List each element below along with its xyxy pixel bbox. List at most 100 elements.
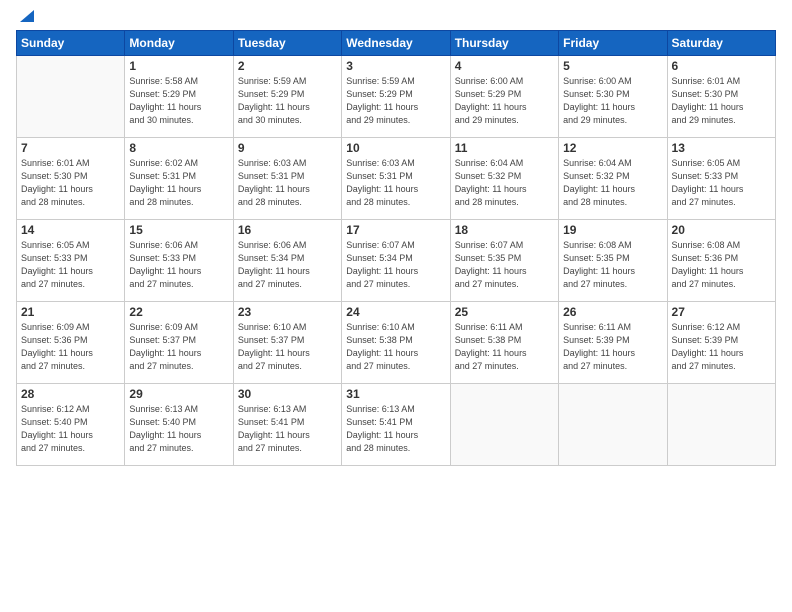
day-number: 7 xyxy=(21,141,120,155)
day-info: Sunrise: 6:12 AMSunset: 5:39 PMDaylight:… xyxy=(672,321,771,373)
calendar-cell: 13Sunrise: 6:05 AMSunset: 5:33 PMDayligh… xyxy=(667,138,775,220)
weekday-header: Thursday xyxy=(450,31,558,56)
calendar-cell: 3 Sunrise: 5:59 AMSunset: 5:29 PMDaylight… xyxy=(342,56,450,138)
calendar-cell: 21 Sunrise: 6:09 AMSunset: 5:36 PMDayligh… xyxy=(17,302,125,384)
calendar-cell: 18 Sunrise: 6:07 AMSunset: 5:35 PMDayligh… xyxy=(450,220,558,302)
calendar-cell: 11 Sunrise: 6:04 AMSunset: 5:32 PMDayligh… xyxy=(450,138,558,220)
day-number: 12 xyxy=(563,141,662,155)
calendar-cell: 6Sunrise: 6:01 AMSunset: 5:30 PMDaylight… xyxy=(667,56,775,138)
calendar-cell: 17 Sunrise: 6:07 AMSunset: 5:34 PMDayligh… xyxy=(342,220,450,302)
calendar-cell: 14Sunrise: 6:05 AMSunset: 5:33 PMDayligh… xyxy=(17,220,125,302)
day-number: 27 xyxy=(672,305,771,319)
calendar-cell: 31 Sunrise: 6:13 AMSunset: 5:41 PMDayligh… xyxy=(342,384,450,466)
day-info: Sunrise: 5:58 AMSunset: 5:29 PMDaylight:… xyxy=(129,75,228,127)
weekday-header: Friday xyxy=(559,31,667,56)
day-number: 3 xyxy=(346,59,445,73)
calendar-cell xyxy=(17,56,125,138)
day-number: 1 xyxy=(129,59,228,73)
calendar-cell: 12 Sunrise: 6:04 AMSunset: 5:32 PMDayligh… xyxy=(559,138,667,220)
calendar-cell: 5 Sunrise: 6:00 AMSunset: 5:30 PMDaylight… xyxy=(559,56,667,138)
calendar-cell: 9 Sunrise: 6:03 AMSunset: 5:31 PMDaylight… xyxy=(233,138,341,220)
day-number: 24 xyxy=(346,305,445,319)
day-info: Sunrise: 6:03 AMSunset: 5:31 PMDaylight:… xyxy=(238,157,337,209)
calendar-cell: 15 Sunrise: 6:06 AMSunset: 5:33 PMDayligh… xyxy=(125,220,233,302)
day-info: Sunrise: 5:59 AMSunset: 5:29 PMDaylight:… xyxy=(346,75,445,127)
day-number: 20 xyxy=(672,223,771,237)
day-number: 8 xyxy=(129,141,228,155)
calendar-cell: 23Sunrise: 6:10 AMSunset: 5:37 PMDayligh… xyxy=(233,302,341,384)
day-info: Sunrise: 6:13 AMSunset: 5:40 PMDaylight:… xyxy=(129,403,228,455)
day-info: Sunrise: 6:00 AMSunset: 5:29 PMDaylight:… xyxy=(455,75,554,127)
calendar-cell: 29 Sunrise: 6:13 AMSunset: 5:40 PMDayligh… xyxy=(125,384,233,466)
day-info: Sunrise: 6:04 AMSunset: 5:32 PMDaylight:… xyxy=(455,157,554,209)
calendar-cell: 28Sunrise: 6:12 AMSunset: 5:40 PMDayligh… xyxy=(17,384,125,466)
day-number: 16 xyxy=(238,223,337,237)
day-info: Sunrise: 6:06 AMSunset: 5:34 PMDaylight:… xyxy=(238,239,337,291)
day-number: 2 xyxy=(238,59,337,73)
day-info: Sunrise: 6:09 AMSunset: 5:36 PMDaylight:… xyxy=(21,321,120,373)
weekday-header: Saturday xyxy=(667,31,775,56)
day-number: 5 xyxy=(563,59,662,73)
day-number: 29 xyxy=(129,387,228,401)
day-info: Sunrise: 6:11 AMSunset: 5:38 PMDaylight:… xyxy=(455,321,554,373)
calendar-cell: 19 Sunrise: 6:08 AMSunset: 5:35 PMDayligh… xyxy=(559,220,667,302)
day-info: Sunrise: 6:04 AMSunset: 5:32 PMDaylight:… xyxy=(563,157,662,209)
day-info: Sunrise: 6:01 AMSunset: 5:30 PMDaylight:… xyxy=(672,75,771,127)
day-info: Sunrise: 6:06 AMSunset: 5:33 PMDaylight:… xyxy=(129,239,228,291)
day-number: 30 xyxy=(238,387,337,401)
calendar-week-row: 28Sunrise: 6:12 AMSunset: 5:40 PMDayligh… xyxy=(17,384,776,466)
calendar-cell xyxy=(667,384,775,466)
weekday-header: Monday xyxy=(125,31,233,56)
weekday-header: Sunday xyxy=(17,31,125,56)
day-number: 19 xyxy=(563,223,662,237)
day-number: 4 xyxy=(455,59,554,73)
day-number: 11 xyxy=(455,141,554,155)
day-info: Sunrise: 6:05 AMSunset: 5:33 PMDaylight:… xyxy=(21,239,120,291)
day-info: Sunrise: 6:12 AMSunset: 5:40 PMDaylight:… xyxy=(21,403,120,455)
calendar-cell: 26Sunrise: 6:11 AMSunset: 5:39 PMDayligh… xyxy=(559,302,667,384)
calendar-week-row: 1 Sunrise: 5:58 AMSunset: 5:29 PMDaylight… xyxy=(17,56,776,138)
day-number: 22 xyxy=(129,305,228,319)
calendar-cell: 1 Sunrise: 5:58 AMSunset: 5:29 PMDaylight… xyxy=(125,56,233,138)
calendar-cell: 16 Sunrise: 6:06 AMSunset: 5:34 PMDayligh… xyxy=(233,220,341,302)
calendar-cell: 25 Sunrise: 6:11 AMSunset: 5:38 PMDayligh… xyxy=(450,302,558,384)
day-number: 25 xyxy=(455,305,554,319)
calendar-cell: 4 Sunrise: 6:00 AMSunset: 5:29 PMDaylight… xyxy=(450,56,558,138)
day-info: Sunrise: 6:11 AMSunset: 5:39 PMDaylight:… xyxy=(563,321,662,373)
calendar-cell: 10Sunrise: 6:03 AMSunset: 5:31 PMDayligh… xyxy=(342,138,450,220)
calendar-cell: 27 Sunrise: 6:12 AMSunset: 5:39 PMDayligh… xyxy=(667,302,775,384)
day-info: Sunrise: 6:09 AMSunset: 5:37 PMDaylight:… xyxy=(129,321,228,373)
day-info: Sunrise: 6:07 AMSunset: 5:34 PMDaylight:… xyxy=(346,239,445,291)
day-info: Sunrise: 6:13 AMSunset: 5:41 PMDaylight:… xyxy=(346,403,445,455)
day-info: Sunrise: 6:10 AMSunset: 5:37 PMDaylight:… xyxy=(238,321,337,373)
day-info: Sunrise: 6:08 AMSunset: 5:36 PMDaylight:… xyxy=(672,239,771,291)
day-info: Sunrise: 6:00 AMSunset: 5:30 PMDaylight:… xyxy=(563,75,662,127)
calendar-header-row: SundayMondayTuesdayWednesdayThursdayFrid… xyxy=(17,31,776,56)
calendar-cell: 24 Sunrise: 6:10 AMSunset: 5:38 PMDayligh… xyxy=(342,302,450,384)
day-number: 21 xyxy=(21,305,120,319)
page: SundayMondayTuesdayWednesdayThursdayFrid… xyxy=(0,0,792,612)
day-number: 9 xyxy=(238,141,337,155)
day-info: Sunrise: 5:59 AMSunset: 5:29 PMDaylight:… xyxy=(238,75,337,127)
calendar-week-row: 14Sunrise: 6:05 AMSunset: 5:33 PMDayligh… xyxy=(17,220,776,302)
calendar-cell: 20 Sunrise: 6:08 AMSunset: 5:36 PMDayligh… xyxy=(667,220,775,302)
weekday-header: Wednesday xyxy=(342,31,450,56)
day-number: 17 xyxy=(346,223,445,237)
day-info: Sunrise: 6:02 AMSunset: 5:31 PMDaylight:… xyxy=(129,157,228,209)
day-number: 10 xyxy=(346,141,445,155)
day-info: Sunrise: 6:08 AMSunset: 5:35 PMDaylight:… xyxy=(563,239,662,291)
day-number: 13 xyxy=(672,141,771,155)
day-info: Sunrise: 6:10 AMSunset: 5:38 PMDaylight:… xyxy=(346,321,445,373)
calendar-cell: 30 Sunrise: 6:13 AMSunset: 5:41 PMDayligh… xyxy=(233,384,341,466)
calendar-cell xyxy=(559,384,667,466)
day-info: Sunrise: 6:07 AMSunset: 5:35 PMDaylight:… xyxy=(455,239,554,291)
day-info: Sunrise: 6:01 AMSunset: 5:30 PMDaylight:… xyxy=(21,157,120,209)
day-number: 31 xyxy=(346,387,445,401)
day-info: Sunrise: 6:13 AMSunset: 5:41 PMDaylight:… xyxy=(238,403,337,455)
calendar-week-row: 7 Sunrise: 6:01 AMSunset: 5:30 PMDaylight… xyxy=(17,138,776,220)
day-number: 15 xyxy=(129,223,228,237)
calendar-cell: 2 Sunrise: 5:59 AMSunset: 5:29 PMDaylight… xyxy=(233,56,341,138)
header xyxy=(16,10,776,24)
day-number: 18 xyxy=(455,223,554,237)
logo xyxy=(16,10,36,24)
